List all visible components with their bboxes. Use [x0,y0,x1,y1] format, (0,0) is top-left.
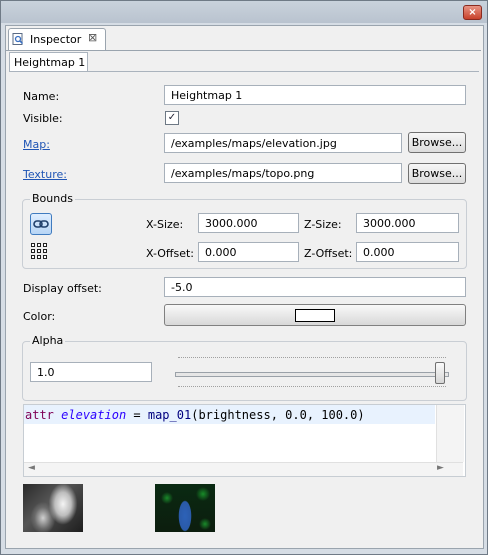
visible-label: Visible: [23,112,63,125]
editor-vertical-scrollbar[interactable] [436,405,464,462]
code-variable: elevation [61,408,127,422]
texture-browse-button[interactable]: Browse... [408,163,466,184]
z-size-label: Z-Size: [304,218,342,231]
inner-tab-divider [9,71,479,72]
tab-strip-divider [6,50,481,51]
texture-preview-image [155,484,215,532]
x-offset-label: X-Offset: [146,247,195,260]
name-label: Name: [23,90,60,103]
editor-horizontal-scrollbar[interactable] [24,462,463,476]
close-tab-icon[interactable]: ⊠ [88,31,97,44]
window-close-button[interactable]: × [463,5,482,20]
map-link[interactable]: Map: [23,138,50,151]
name-field[interactable]: Heightmap 1 [164,85,466,105]
link-sizes-toggle[interactable] [30,213,52,235]
code-args: (brightness, 0.0, 100.0) [191,408,365,422]
alpha-slider-ticks-bottom [178,386,446,390]
map-path-field[interactable]: /examples/maps/elevation.jpg [164,133,402,153]
window-title-bar [1,1,487,23]
z-offset-label: Z-Offset: [304,247,353,260]
color-swatch [295,309,335,322]
alpha-slider-ticks-top [178,357,446,361]
map-browse-button[interactable]: Browse... [408,132,466,153]
color-label: Color: [23,310,56,323]
display-offset-label: Display offset: [23,282,102,295]
display-offset-field[interactable]: -5.0 [164,277,466,297]
x-size-label: X-Size: [146,218,184,231]
scroll-right-arrow-icon[interactable]: ► [437,463,444,473]
alpha-field[interactable]: 1.0 [30,362,152,382]
scroll-left-arrow-icon[interactable]: ◄ [28,463,35,473]
tab-heightmap-1-label: Heightmap 1 [14,56,86,69]
code-function: map_01 [147,408,192,422]
tab-inspector-label: Inspector [30,33,82,46]
heightmap-preview-image [23,484,83,532]
inspector-icon [12,33,24,45]
alpha-slider-track[interactable] [175,372,449,377]
texture-link[interactable]: Texture: [23,168,67,181]
chain-link-icon [33,220,49,228]
z-size-field[interactable]: 3000.000 [356,213,459,233]
code-assign: = [126,408,148,422]
x-offset-field[interactable]: 0.000 [198,242,299,262]
code-keyword: attr [25,408,54,422]
grid-points-icon[interactable] [30,242,48,260]
alpha-title: Alpha [30,334,66,347]
visible-checkbox[interactable]: ✓ [165,111,179,125]
z-offset-field[interactable]: 0.000 [356,242,459,262]
expression-code[interactable]: attr elevation = map_01(brightness, 0.0,… [25,408,365,422]
bounds-title: Bounds [30,192,75,205]
texture-path-field[interactable]: /examples/maps/topo.png [164,163,402,183]
alpha-slider-thumb[interactable] [435,362,445,384]
x-size-field[interactable]: 3000.000 [198,213,299,233]
